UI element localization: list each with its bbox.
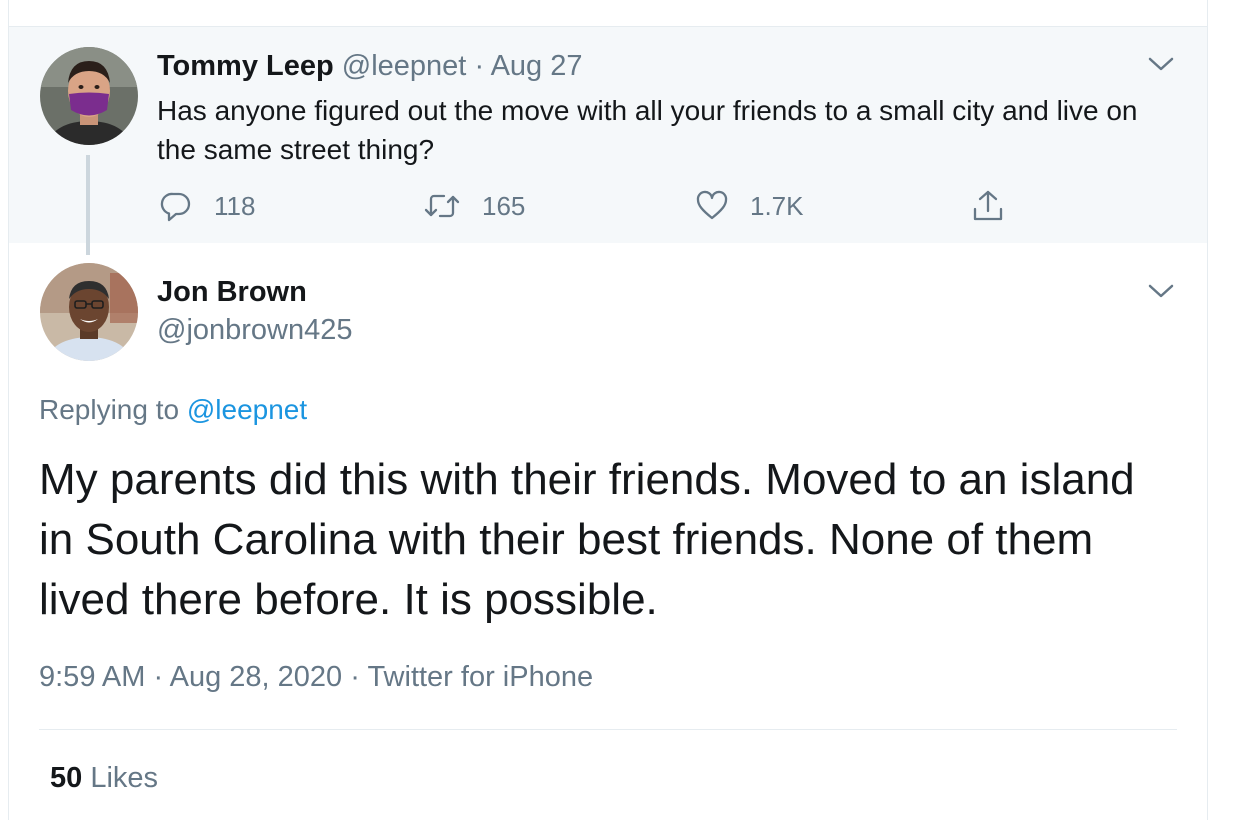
retweet-icon [424, 194, 460, 218]
retweet-button[interactable]: 165 [424, 186, 525, 226]
avatar[interactable] [40, 47, 138, 145]
reply-tweet-text: My parents did this with their friends. … [39, 455, 1135, 624]
replying-label: Replying to [39, 394, 180, 425]
retweet-count: 165 [482, 190, 526, 221]
chevron-down-icon[interactable] [1147, 282, 1175, 300]
reply-count: 118 [214, 190, 256, 221]
replying-to: Replying to @leepnet [39, 394, 307, 426]
separator: · [474, 50, 485, 82]
author-handle[interactable]: @leepnet [342, 50, 467, 82]
author-name[interactable]: Jon Brown [157, 276, 307, 309]
tweet-time[interactable]: 9:59 AM [39, 661, 145, 693]
author-name[interactable]: Tommy Leep [157, 50, 334, 82]
heart-icon [696, 190, 728, 220]
tweet-date[interactable]: Aug 27 [491, 50, 583, 82]
parent-tweet-text: Has anyone figured out the move with all… [157, 95, 1138, 165]
separator: · [153, 661, 164, 693]
like-count: 1.7K [750, 190, 804, 221]
like-button[interactable]: 1.7K [696, 186, 804, 226]
tweet-date[interactable]: Aug 28, 2020 [170, 661, 343, 693]
avatar[interactable] [40, 263, 138, 361]
tweet-meta: 9:59 AM · Aug 28, 2020 · Twitter for iPh… [39, 661, 593, 694]
likes-stat[interactable]: 50 Likes [50, 762, 158, 795]
chevron-down-icon[interactable] [1147, 55, 1175, 73]
likes-label: Likes [90, 762, 159, 794]
reply-button[interactable]: 118 [160, 186, 255, 226]
thread-line [86, 155, 90, 255]
tweet-thread: Tommy Leep @leepnet · Aug 27 Has anyone … [0, 0, 1238, 820]
replying-handle-link[interactable]: @leepnet [187, 394, 307, 425]
parent-tweet-header: Tommy Leep @leepnet · Aug 27 [157, 50, 583, 83]
reply-icon [160, 192, 191, 222]
divider [39, 729, 1177, 730]
author-handle[interactable]: @jonbrown425 [157, 314, 353, 347]
share-button[interactable] [972, 186, 1026, 226]
separator: · [350, 661, 360, 693]
likes-count: 50 [50, 762, 83, 794]
tweet-source[interactable]: Twitter for iPhone [367, 661, 593, 693]
share-icon [973, 190, 1003, 221]
